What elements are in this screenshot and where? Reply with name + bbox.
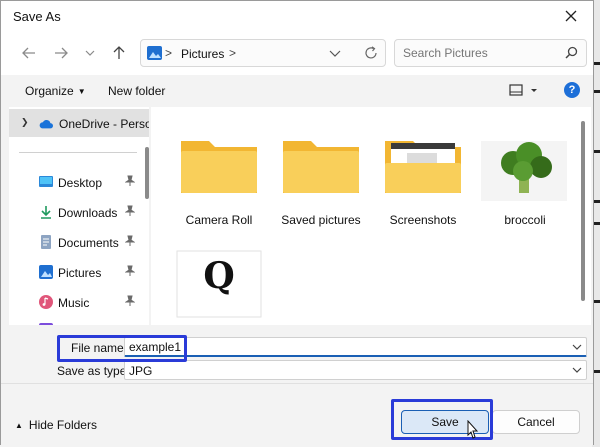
file-list: Camera Roll Saved pictures Screenshots b… [151, 107, 591, 325]
pin-icon[interactable] [125, 205, 135, 217]
title-bar: Save As [1, 1, 593, 31]
cloud-icon [39, 119, 53, 129]
pin-icon[interactable] [125, 175, 135, 187]
pictures-icon [39, 265, 53, 279]
sidebar-item-music[interactable]: Music [9, 289, 149, 315]
file-name: Saved pictures [281, 213, 361, 227]
videos-icon [39, 323, 53, 325]
file-name: broccoli [504, 213, 546, 227]
close-button[interactable] [553, 3, 589, 29]
address-separator-trailing[interactable]: > [229, 46, 236, 60]
sidebar-item-label: Music [58, 296, 90, 310]
file-item-screenshots[interactable]: Screenshots [377, 117, 469, 237]
sidebar-divider [19, 152, 137, 153]
caret-up-icon: ▲ [15, 421, 23, 431]
hide-folders-button[interactable]: ▲ Hide Folders [15, 418, 97, 432]
breadcrumb-pictures[interactable]: Pictures [181, 47, 224, 61]
arrow-up-icon [113, 46, 125, 59]
file-item-saved-pictures[interactable]: Saved pictures [275, 117, 367, 237]
sidebar-item-pictures[interactable]: Pictures [9, 259, 149, 285]
cancel-button[interactable]: Cancel [492, 410, 580, 434]
search-icon [565, 46, 578, 59]
sidebar-item-desktop[interactable]: Desktop [9, 169, 149, 195]
dialog-body: ❯ OneDrive - Perso Desktop Downloads Doc… [1, 107, 593, 327]
organize-menu[interactable]: Organize ▼ [25, 84, 86, 98]
sidebar-item-label: Downloads [58, 206, 118, 220]
sidebar-item-label: Documents [58, 236, 119, 250]
refresh-icon [365, 46, 377, 59]
sidebar-item-documents[interactable]: Documents [9, 229, 149, 255]
view-layout-icon [509, 84, 537, 96]
sidebar-item-label: OneDrive - Perso [59, 117, 149, 131]
sidebar-item-onedrive[interactable]: ❯ OneDrive - Perso [9, 109, 149, 137]
save-type-label: Save as type: [57, 364, 130, 378]
arrow-right-icon [55, 47, 68, 59]
view-options-button[interactable] [509, 83, 543, 101]
navigation-pane: ❯ OneDrive - Perso Desktop Downloads Doc… [9, 107, 149, 325]
address-bar[interactable]: > Pictures > [140, 39, 386, 67]
chevron-down-icon [85, 50, 95, 56]
download-icon [41, 206, 51, 219]
dialog-footer: ▲ Hide Folders Save Cancel [1, 383, 593, 445]
save-type-select[interactable]: JPG [124, 360, 587, 380]
broccoli-image-thumbnail [481, 141, 567, 201]
command-bar: Organize ▼ New folder ? [1, 75, 593, 107]
expand-chevron-icon[interactable]: ❯ [21, 117, 29, 128]
pin-icon[interactable] [125, 235, 135, 247]
refresh-button[interactable] [359, 41, 383, 65]
pin-icon[interactable] [125, 295, 135, 307]
file-name: Camera Roll [185, 213, 253, 227]
sidebar-item-downloads[interactable]: Downloads [9, 199, 149, 225]
documents-icon [41, 235, 51, 249]
desktop-icon [39, 176, 53, 187]
file-name-input[interactable] [129, 340, 559, 354]
forward-button[interactable] [49, 41, 73, 65]
mouse-cursor-icon [467, 420, 479, 439]
save-as-dialog: Save As > Pictures > Search Pictures Org… [0, 0, 594, 445]
pin-icon[interactable] [125, 265, 135, 277]
search-box[interactable] [394, 39, 587, 67]
sidebar-item-label: Desktop [58, 176, 103, 190]
file-name: Screenshots [389, 213, 457, 227]
help-button[interactable]: ? [564, 82, 580, 98]
search-input[interactable] [403, 46, 553, 60]
close-icon [565, 10, 577, 22]
file-item-logo[interactable]: Q logo [173, 235, 265, 325]
folder-with-content-icon [385, 141, 461, 193]
file-item-camera-roll[interactable]: Camera Roll [173, 117, 265, 237]
address-separator: > [165, 46, 173, 60]
sidebar-scrollbar[interactable] [145, 147, 149, 199]
arrow-left-icon [22, 47, 35, 59]
chevron-down-icon[interactable] [329, 48, 341, 58]
navigation-bar: > Pictures > [1, 31, 593, 75]
music-icon [39, 295, 53, 309]
window-title: Save As [13, 9, 61, 24]
file-list-scrollbar[interactable] [581, 121, 585, 301]
back-button[interactable] [17, 41, 41, 65]
pictures-icon [147, 46, 162, 60]
save-type-value: JPG [129, 364, 153, 378]
folder-icon [181, 141, 257, 193]
folder-icon [283, 141, 359, 193]
new-folder-button[interactable]: New folder [108, 84, 165, 98]
chevron-down-icon[interactable] [572, 342, 582, 352]
sidebar-item-partial [9, 317, 149, 325]
sidebar-item-label: Pictures [58, 266, 102, 280]
file-item-broccoli[interactable]: broccoli [479, 117, 571, 237]
up-button[interactable] [107, 41, 131, 65]
file-name-field[interactable] [124, 337, 587, 357]
file-name-highlight [57, 335, 187, 362]
logo-glyph: Q [203, 255, 235, 297]
chevron-down-icon[interactable] [572, 365, 582, 375]
recent-locations-button[interactable] [78, 41, 102, 65]
